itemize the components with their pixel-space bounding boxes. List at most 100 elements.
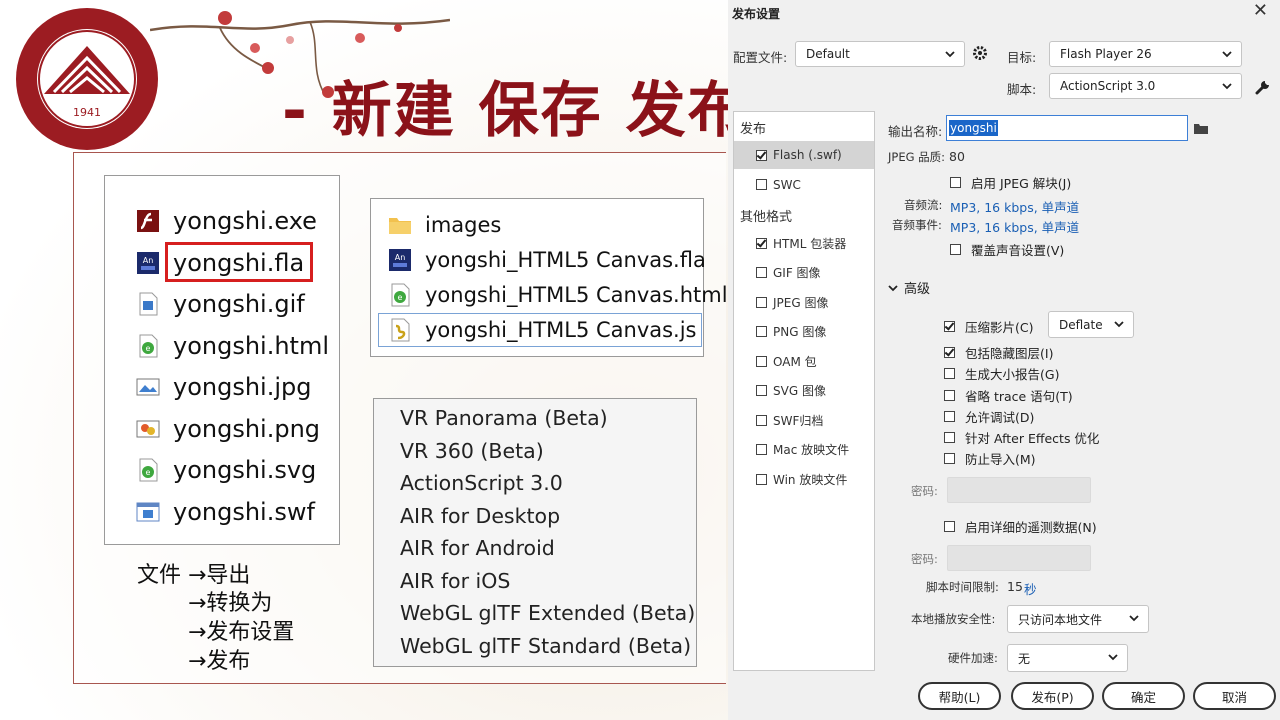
target-item[interactable]: AIR for Desktop: [400, 504, 560, 528]
file-name: yongshi.jpg: [173, 373, 312, 401]
advanced-option[interactable]: 包括隐藏图层(I): [944, 343, 1053, 362]
advanced-option[interactable]: 允许调试(D): [944, 407, 1034, 426]
target-select[interactable]: Flash Player 26: [1049, 41, 1242, 67]
format-label: SVG 图像: [773, 384, 826, 398]
menu-path-line-4: →发布: [188, 649, 251, 674]
file-item[interactable]: e yongshi_HTML5 Canvas.html: [387, 278, 728, 312]
script-select[interactable]: ActionScript 3.0: [1049, 73, 1242, 99]
advanced-option[interactable]: 压缩影片(C): [944, 317, 1033, 336]
advanced-option[interactable]: 防止导入(M): [944, 449, 1036, 468]
file-item[interactable]: yongshi.swf: [135, 495, 315, 529]
checkbox[interactable]: [950, 177, 961, 188]
folder-icon[interactable]: [1193, 121, 1209, 135]
file-name: yongshi.svg: [173, 456, 317, 484]
target-item[interactable]: VR Panorama (Beta): [400, 406, 608, 430]
target-item[interactable]: AIR for Android: [400, 536, 555, 560]
target-item[interactable]: WebGL glTF Extended (Beta): [400, 601, 695, 625]
chevron-down-icon: [1222, 51, 1232, 58]
checkbox[interactable]: [756, 296, 767, 308]
format-item[interactable]: JPEG 图像: [734, 288, 874, 316]
file-item[interactable]: yongshi.jpg: [135, 370, 311, 404]
file-item[interactable]: yongshi.gif: [135, 287, 305, 321]
format-item[interactable]: Win 放映文件: [734, 465, 874, 493]
file-item[interactable]: yongshi.png: [135, 412, 320, 446]
format-item[interactable]: HTML 包装器: [734, 229, 874, 257]
format-item[interactable]: SWC: [734, 171, 874, 199]
checkbox[interactable]: [756, 473, 767, 485]
ok-button[interactable]: 确定: [1102, 682, 1185, 710]
checkbox[interactable]: [756, 355, 767, 367]
output-name-label: 输出名称:: [888, 124, 943, 139]
output-name-input[interactable]: yongshi: [946, 115, 1188, 141]
profile-select[interactable]: Default: [795, 41, 965, 67]
format-label: Win 放映文件: [773, 472, 848, 487]
file-item[interactable]: images: [387, 208, 501, 242]
slide: 1941 - 新建 保存 发布 yongshi.exe An yongshi.fla…: [0, 0, 728, 720]
format-item[interactable]: Mac 放映文件: [734, 436, 874, 464]
advanced-option[interactable]: 针对 After Effects 优化: [944, 428, 1099, 447]
file-item[interactable]: yongshi.exe: [135, 204, 317, 238]
checkbox[interactable]: [756, 385, 767, 396]
checkbox[interactable]: [944, 368, 955, 379]
enable-jpeg-deblock-option[interactable]: 启用 JPEG 解块(J): [950, 173, 1071, 192]
target-item[interactable]: WebGL glTF Standard (Beta): [400, 634, 691, 658]
checkbox[interactable]: [944, 390, 955, 401]
checkbox[interactable]: [756, 179, 767, 190]
wrench-icon[interactable]: [1255, 79, 1271, 95]
local-security-select[interactable]: 只访问本地文件: [1007, 605, 1149, 633]
target-platform-list: VR Panorama (Beta) VR 360 (Beta) ActionScr…: [373, 398, 697, 667]
cancel-button[interactable]: 取消: [1193, 682, 1276, 710]
file-item[interactable]: An yongshi_HTML5 Canvas.fla: [387, 243, 706, 277]
svg-file-icon: e: [139, 458, 158, 482]
file-name: yongshi.png: [173, 414, 321, 443]
format-item[interactable]: SWF归档: [734, 406, 874, 434]
close-icon[interactable]: ✕: [1253, 0, 1268, 21]
checkbox[interactable]: [756, 414, 767, 426]
target-item[interactable]: ActionScript 3.0: [400, 471, 563, 495]
checkbox[interactable]: [950, 244, 961, 255]
file-name: yongshi.swf: [173, 497, 315, 526]
override-sound-option[interactable]: 覆盖声音设置(V): [950, 240, 1064, 259]
checkbox[interactable]: [944, 453, 955, 464]
checkbox[interactable]: [944, 411, 955, 422]
advanced-option[interactable]: 生成大小报告(G): [944, 364, 1059, 383]
format-item[interactable]: GIF 图像: [734, 259, 874, 287]
checkbox[interactable]: [944, 521, 955, 532]
jpeg-quality-value[interactable]: 80: [949, 149, 965, 164]
format-item[interactable]: PNG 图像: [734, 318, 874, 346]
checkbox[interactable]: [756, 267, 767, 278]
gear-icon[interactable]: [971, 44, 989, 62]
audio-event-link[interactable]: MP3, 16 kbps, 单声道: [950, 217, 1079, 236]
audio-stream-link[interactable]: MP3, 16 kbps, 单声道: [950, 197, 1079, 216]
jpeg-quality-label: JPEG 品质:: [888, 150, 946, 164]
telemetry-option[interactable]: 启用详细的遥测数据(N): [944, 517, 1097, 536]
checkbox[interactable]: [756, 237, 767, 249]
format-item[interactable]: OAM 包: [734, 347, 874, 375]
checkbox[interactable]: [944, 321, 955, 332]
checkbox[interactable]: [756, 326, 767, 337]
hw-accel-select[interactable]: 无: [1007, 644, 1128, 672]
svg-text:e: e: [398, 293, 403, 302]
chevron-down-icon: [1222, 83, 1232, 90]
checkbox[interactable]: [944, 432, 955, 443]
checkbox[interactable]: [756, 444, 767, 455]
file-item[interactable]: e yongshi.html: [135, 329, 329, 363]
target-item[interactable]: VR 360 (Beta): [400, 439, 544, 463]
format-item[interactable]: Flash (.swf): [734, 141, 874, 169]
script-time-value[interactable]: 15: [1007, 579, 1023, 594]
advanced-option[interactable]: 省略 trace 语句(T): [944, 386, 1073, 405]
password-input-1[interactable]: [947, 477, 1091, 503]
password-label-1: 密码:: [911, 484, 938, 498]
compress-select[interactable]: Deflate: [1048, 311, 1134, 338]
format-item[interactable]: SVG 图像: [734, 377, 874, 405]
password-input-2[interactable]: [947, 545, 1091, 571]
checkbox[interactable]: [756, 149, 767, 161]
help-button[interactable]: 帮助(L): [918, 682, 1001, 710]
option-label: 省略 trace 语句(T): [965, 389, 1073, 404]
target-item[interactable]: AIR for iOS: [400, 569, 510, 593]
option-label: 允许调试(D): [965, 410, 1035, 425]
advanced-section-toggle[interactable]: 高级: [888, 278, 930, 297]
file-item[interactable]: e yongshi.svg: [135, 453, 316, 487]
publish-button[interactable]: 发布(P): [1011, 682, 1094, 710]
checkbox[interactable]: [944, 347, 955, 358]
